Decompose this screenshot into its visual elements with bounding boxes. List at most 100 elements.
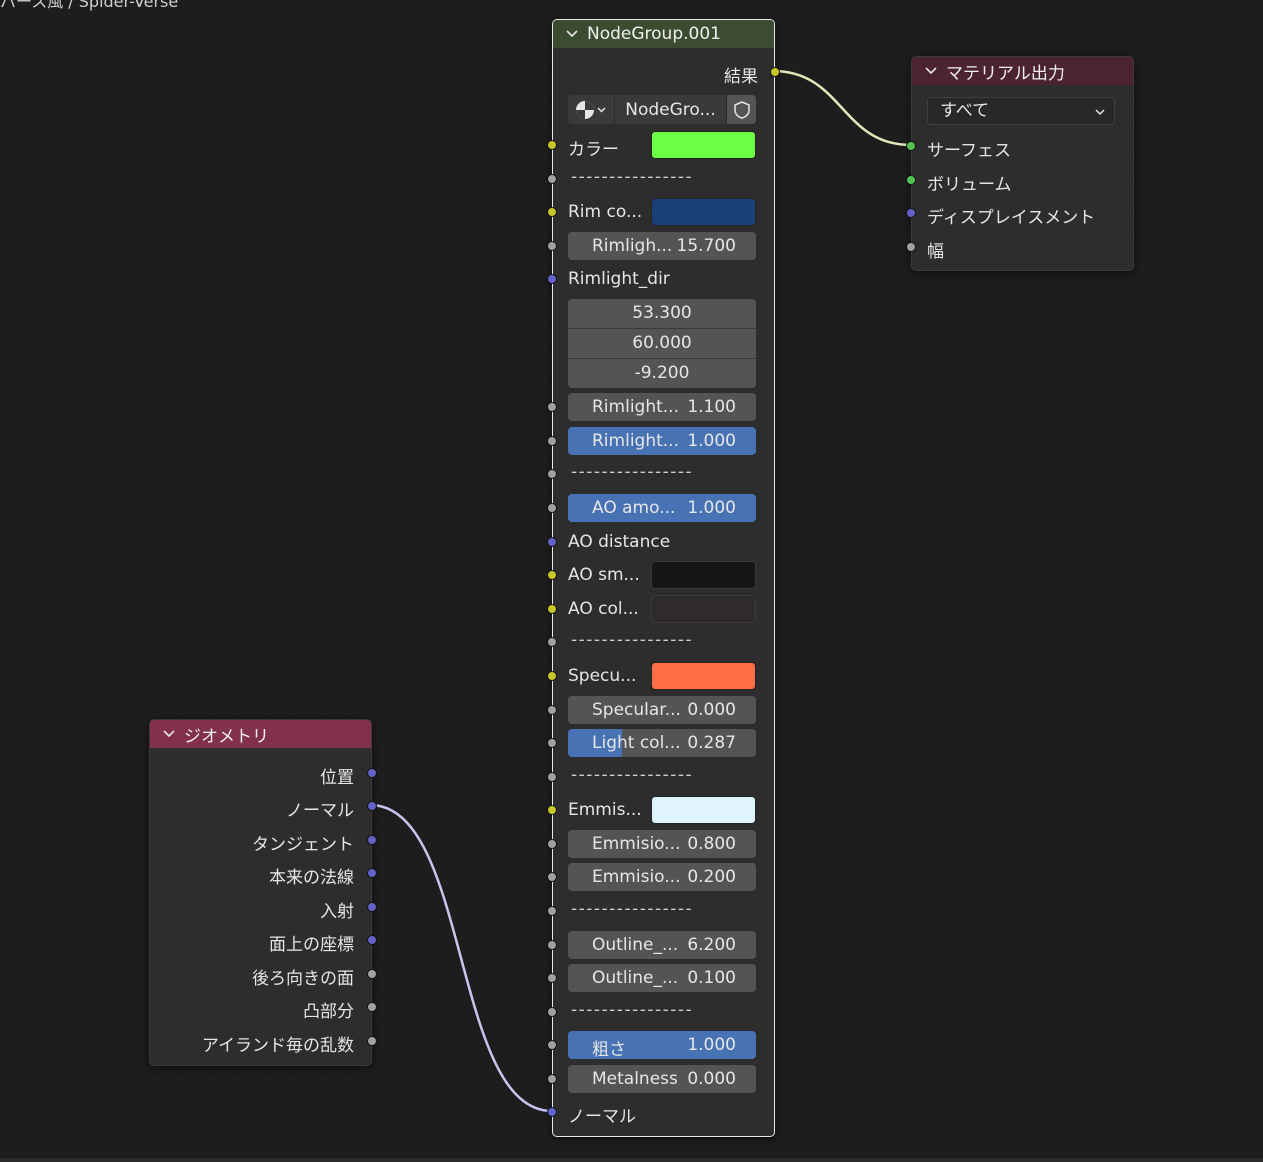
field-value: 0.000 (687, 1069, 736, 1089)
geometry-output-label: タンジェント (252, 835, 354, 855)
outline-b-field[interactable]: Outline_... 0.100 (568, 964, 756, 992)
separator-socket[interactable] (547, 772, 557, 782)
ao-smooth-label: AO sm... (568, 565, 640, 585)
specular-socket[interactable] (547, 705, 557, 715)
rim-a-field[interactable]: Rimlight... 1.100 (568, 393, 756, 421)
separator-socket[interactable] (547, 637, 557, 647)
geometry-output-label: ノーマル (286, 801, 354, 821)
rim-b-socket[interactable] (547, 436, 557, 446)
rim-dir-x-field[interactable]: 53.300 (568, 299, 756, 329)
geometry-node-header[interactable]: ジオメトリ (150, 720, 371, 748)
color-swatch[interactable] (651, 131, 756, 159)
chevron-down-icon[interactable] (924, 64, 938, 78)
geometry-output-socket[interactable] (367, 835, 377, 845)
result-output-socket[interactable] (770, 67, 780, 77)
rim-dir-row: Rimlight_dir (547, 264, 774, 294)
rim-light-socket[interactable] (547, 241, 557, 251)
light-col-socket[interactable] (547, 738, 557, 748)
emis-b-field[interactable]: Emmisio... 0.200 (568, 863, 756, 891)
chevron-down-icon[interactable] (565, 27, 579, 41)
ao-distance-socket[interactable] (547, 537, 557, 547)
emis-b-socket[interactable] (547, 872, 557, 882)
rim-dir-z-field[interactable]: -9.200 (568, 359, 756, 388)
geometry-output-socket[interactable] (367, 1036, 377, 1046)
spec-color-swatch[interactable] (651, 662, 756, 690)
geometry-output-socket[interactable] (367, 768, 377, 778)
node-group[interactable]: NodeGroup.001 結果 NodeGro... カラー --------… (547, 19, 780, 1137)
node-tree-icon[interactable] (568, 95, 615, 124)
field-name: Outline_... (592, 968, 679, 988)
result-output-label: 結果 (724, 67, 758, 87)
target-select[interactable]: すべて (927, 97, 1115, 125)
separator-label: ---------------- (571, 899, 694, 919)
rim-light-row: Rimligh... 15.700 (547, 231, 774, 261)
metalness-socket[interactable] (547, 1074, 557, 1084)
separator-socket[interactable] (547, 174, 557, 184)
ao-smooth-socket[interactable] (547, 570, 557, 580)
rim-b-field[interactable]: Rimlight... 1.000 (568, 427, 756, 455)
light-col-field[interactable]: Light col... 0.287 (568, 729, 756, 757)
fake-user-shield-icon[interactable] (727, 95, 756, 124)
emis-color-socket[interactable] (547, 805, 557, 815)
thickness-socket[interactable] (906, 242, 916, 252)
outline-b-socket[interactable] (547, 973, 557, 983)
separator-socket[interactable] (547, 1007, 557, 1017)
rim-light-field[interactable]: Rimligh... 15.700 (568, 232, 756, 260)
geometry-output-socket[interactable] (367, 1002, 377, 1012)
ao-smooth-swatch[interactable] (651, 561, 756, 589)
surface-socket[interactable] (906, 141, 916, 151)
normal-input-label: ノーマル (568, 1107, 636, 1127)
node-group-header[interactable]: NodeGroup.001 (553, 20, 774, 48)
geometry-output-socket[interactable] (367, 969, 377, 979)
output-input-row: サーフェス (906, 131, 1133, 161)
rim-dir-y-field[interactable]: 60.000 (568, 329, 756, 359)
geometry-output-row: 入射 (150, 892, 377, 922)
emis-color-label: Emmis... (568, 800, 642, 820)
metalness-field[interactable]: Metalness 0.000 (568, 1065, 756, 1093)
emis-a-socket[interactable] (547, 839, 557, 849)
material-output-node[interactable]: マテリアル出力 すべて サーフェス ボリューム ディスプレイスメント 幅 (906, 56, 1134, 271)
separator-socket[interactable] (547, 906, 557, 916)
color-socket[interactable] (547, 140, 557, 150)
ao-color-socket[interactable] (547, 604, 557, 614)
ao-amount-field[interactable]: AO amo... 1.000 (568, 494, 756, 522)
geometry-node[interactable]: ジオメトリ 位置 ノーマル タンジェント 本来の法線 入射 面上の座標 後ろ向き… (149, 719, 377, 1066)
rim-color-swatch[interactable] (651, 198, 756, 226)
field-name: Rimlight... (592, 431, 679, 451)
datablock-row: NodeGro... (553, 91, 774, 124)
geometry-output-socket[interactable] (367, 801, 377, 811)
geometry-output-socket[interactable] (367, 902, 377, 912)
output-input-row: 幅 (906, 232, 1133, 262)
separator-label: ---------------- (571, 765, 694, 785)
roughness-row: 粗さ 1.000 (547, 1030, 774, 1060)
roughness-socket[interactable] (547, 1040, 557, 1050)
output-input-label: サーフェス (927, 141, 1011, 161)
geometry-output-socket[interactable] (367, 868, 377, 878)
node-group-title: NodeGroup.001 (587, 24, 721, 44)
rim-a-socket[interactable] (547, 402, 557, 412)
ao-color-swatch[interactable] (651, 595, 756, 623)
normal-input-socket[interactable] (547, 1107, 557, 1117)
rim-dir-label: Rimlight_dir (568, 269, 670, 289)
emis-color-swatch[interactable] (651, 796, 756, 824)
chevron-down-icon[interactable] (162, 727, 176, 741)
ao-color-row: AO col... (547, 594, 774, 624)
geometry-output-label: 本来の法線 (269, 868, 354, 888)
specular-field[interactable]: Specular... 0.000 (568, 696, 756, 724)
ao-amount-socket[interactable] (547, 503, 557, 513)
field-name: Emmisio... (592, 867, 681, 887)
rim-dir-socket[interactable] (547, 274, 557, 284)
separator-socket[interactable] (547, 469, 557, 479)
outline-a-socket[interactable] (547, 940, 557, 950)
displacement-socket[interactable] (906, 208, 916, 218)
material-output-header[interactable]: マテリアル出力 (912, 57, 1133, 85)
rim-color-socket[interactable] (547, 207, 557, 217)
geometry-output-socket[interactable] (367, 935, 377, 945)
datablock-name[interactable]: NodeGro... (615, 95, 727, 124)
volume-socket[interactable] (906, 175, 916, 185)
node-tree-selector[interactable]: NodeGro... (568, 95, 756, 124)
roughness-field[interactable]: 粗さ 1.000 (568, 1031, 756, 1059)
emis-a-field[interactable]: Emmisio... 0.800 (568, 830, 756, 858)
spec-color-socket[interactable] (547, 671, 557, 681)
outline-a-field[interactable]: Outline_... 6.200 (568, 931, 756, 959)
